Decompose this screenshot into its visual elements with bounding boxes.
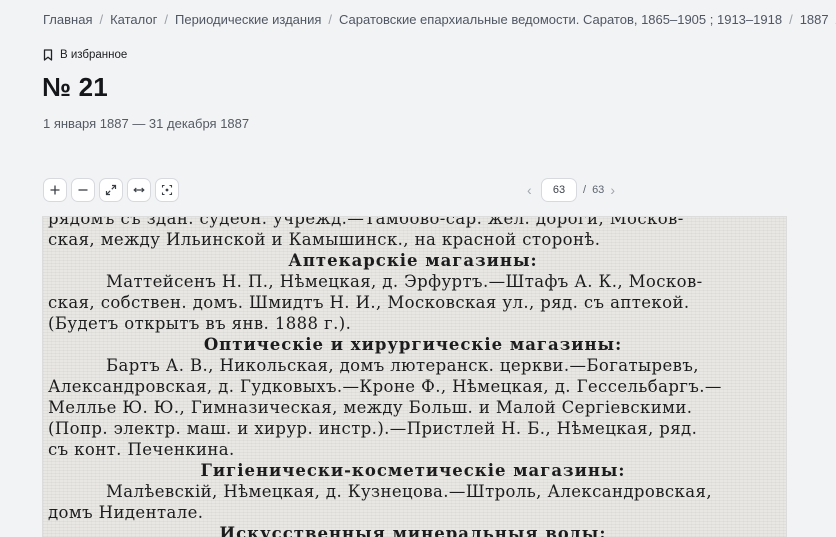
page-number-input[interactable] <box>541 178 577 202</box>
breadcrumb: Главная / Каталог / Периодические издания / Са… <box>43 11 836 29</box>
breadcrumb-publication[interactable]: Саратовские епархиальные ведомости. Сара… <box>339 12 782 27</box>
document-viewer[interactable]: рядомъ съ здан. судебн. учрежд.—Тамбово-… <box>43 217 786 537</box>
page-text-line: домъ Нидентале. <box>48 503 204 522</box>
page-total: 63 <box>592 184 605 196</box>
favorite-label: В избранное <box>60 49 128 61</box>
page-text-line: Бартъ А. В., Никольская, домъ лютеранск.… <box>106 356 699 375</box>
plus-icon <box>50 185 60 195</box>
viewer-toolbar <box>43 178 179 202</box>
breadcrumb-home[interactable]: Главная <box>43 12 92 27</box>
breadcrumb-separator: / <box>99 12 104 27</box>
page-text-line: рядомъ съ здан. судебн. учрежд.—Тамбово-… <box>48 217 684 228</box>
breadcrumb-catalog[interactable]: Каталог <box>110 12 157 27</box>
page-text-line: (Будетъ открытъ въ янв. 1888 г.). <box>48 314 352 333</box>
minus-icon <box>78 189 88 191</box>
page-section-heading: Искусственныя минеральныя воды: <box>219 524 607 537</box>
focus-icon <box>161 184 173 196</box>
scanned-page: рядомъ съ здан. судебн. учрежд.—Тамбово-… <box>48 217 778 537</box>
breadcrumb-separator: / <box>328 12 333 27</box>
fit-width-icon <box>133 187 145 193</box>
page-text-line: (Попр. электр. маш. и хирур. инстр.).—Пр… <box>48 419 698 438</box>
next-page-button[interactable]: › <box>610 182 618 198</box>
fullscreen-button[interactable] <box>99 178 123 202</box>
breadcrumb-separator: / <box>789 12 793 27</box>
breadcrumb-year[interactable]: 1887 <box>800 12 829 27</box>
zoom-in-button[interactable] <box>43 178 67 202</box>
breadcrumb-periodicals[interactable]: Периодические издания <box>175 12 321 27</box>
page-section-heading: Гигіенически-косметическіе магазины: <box>200 461 626 480</box>
prev-page-button[interactable]: ‹ <box>527 182 535 198</box>
page-text-line: Маттейсенъ Н. П., Нѣмецкая, д. Эрфуртъ.—… <box>106 272 703 291</box>
breadcrumb-separator: / <box>164 12 168 27</box>
page-text-line: съ конт. Печенкина. <box>48 440 235 459</box>
bookmark-icon <box>43 49 53 61</box>
issue-date-range: 1 января 1887 — 31 декабря 1887 <box>43 116 250 131</box>
page-navigator: ‹ / 63 › <box>527 178 618 202</box>
page-text-line: Меллье Ю. Ю., Гимназическая, между Больш… <box>48 398 693 417</box>
page-text-line: Александровская, д. Гудковыхъ.—Кроне Ф.,… <box>48 377 722 396</box>
page-text-line: ская, собствен. домъ. Шмидтъ Н. И., Моск… <box>48 293 690 312</box>
zoom-out-button[interactable] <box>71 178 95 202</box>
page-section-heading: Оптическіе и хирургическіе магазины: <box>203 335 623 354</box>
page-title: № 21 <box>42 72 108 102</box>
focus-button[interactable] <box>155 178 179 202</box>
page-section-heading: Аптекарскіе магазины: <box>288 251 538 270</box>
expand-icon <box>105 184 117 196</box>
page-separator: / <box>583 184 587 196</box>
favorite-button[interactable]: В избранное <box>43 49 127 61</box>
fit-width-button[interactable] <box>127 178 151 202</box>
page-text-line: Малѣевскій, Нѣмецкая, д. Кузнецова.—Штро… <box>106 482 712 501</box>
page-text-line: ская, между Ильинской и Камышинск., на к… <box>48 230 601 249</box>
